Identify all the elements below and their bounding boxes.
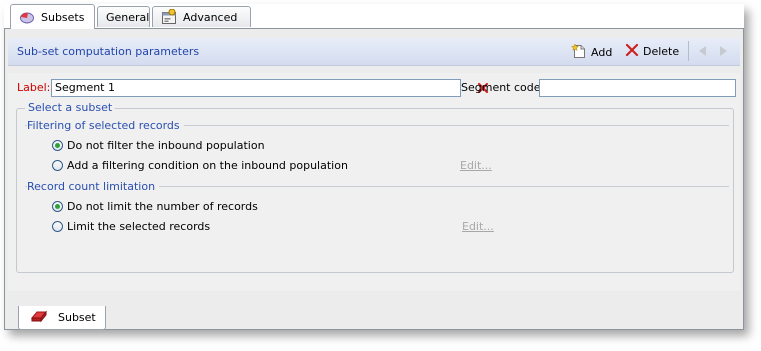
- subset-eraser-icon: [30, 309, 48, 326]
- subsets-icon: [19, 9, 35, 25]
- no-filter-option[interactable]: Do not filter the inbound population: [52, 139, 265, 152]
- subset-editor-window: Subsets General Advanced Sub-set computa…: [4, 4, 744, 330]
- delete-button[interactable]: Delete: [625, 43, 679, 60]
- label-caption: Label:: [17, 81, 51, 94]
- tab-subset-label: Subset: [58, 311, 96, 324]
- add-filter-radio[interactable]: [52, 160, 63, 171]
- subset-form: Label: Segment 1 Segment code: Select a …: [8, 73, 740, 291]
- limit-records-radio[interactable]: [52, 221, 63, 232]
- subsets-panel: Sub-set computation parameters Add Delet…: [4, 28, 744, 330]
- filtering-heading: Filtering of selected records: [27, 119, 184, 132]
- select-subset-legend: Select a subset: [25, 101, 116, 114]
- segment-code-caption: Segment code:: [461, 81, 545, 94]
- limit-records-label: Limit the selected records: [67, 220, 211, 233]
- add-label: Add: [591, 46, 613, 59]
- previous-arrow-icon[interactable]: [696, 44, 710, 61]
- tab-advanced[interactable]: Advanced: [152, 6, 251, 27]
- tab-subset-bottom[interactable]: Subset: [18, 306, 106, 330]
- tab-general-label: General: [106, 10, 150, 24]
- no-limit-option[interactable]: Do not limit the number of records: [52, 200, 258, 213]
- segment-code-input[interactable]: [539, 79, 736, 97]
- add-filter-label: Add a filtering condition on the inbound…: [67, 159, 348, 172]
- delete-icon: [625, 43, 639, 60]
- label-input-value: Segment 1: [55, 81, 115, 94]
- toolbar: Sub-set computation parameters Add Delet…: [8, 38, 740, 66]
- add-icon: [570, 43, 587, 62]
- advanced-settings-icon: [161, 8, 177, 25]
- no-filter-label: Do not filter the inbound population: [67, 139, 265, 152]
- select-subset-group: Select a subset Filtering of selected re…: [16, 101, 734, 273]
- tab-advanced-label: Advanced: [183, 10, 238, 24]
- tab-subsets-label: Subsets: [41, 10, 85, 24]
- toolbar-title: Sub-set computation parameters: [17, 45, 200, 58]
- limit-records-option[interactable]: Limit the selected records: [52, 220, 210, 233]
- count-limit-heading: Record count limitation: [27, 180, 160, 193]
- tab-general[interactable]: General: [97, 6, 150, 27]
- add-button[interactable]: Add: [570, 43, 613, 62]
- add-filter-option[interactable]: Add a filtering condition on the inbound…: [52, 159, 348, 172]
- no-filter-radio[interactable]: [52, 140, 63, 151]
- toolbar-separator: [688, 41, 689, 61]
- no-limit-label: Do not limit the number of records: [67, 200, 258, 213]
- filter-edit-link[interactable]: Edit...: [460, 159, 492, 172]
- delete-label: Delete: [643, 45, 680, 58]
- limit-edit-link[interactable]: Edit...: [462, 220, 494, 233]
- label-input[interactable]: Segment 1: [51, 79, 489, 97]
- next-arrow-icon[interactable]: [716, 44, 730, 61]
- tab-subsets[interactable]: Subsets: [10, 4, 95, 29]
- no-limit-radio[interactable]: [52, 201, 63, 212]
